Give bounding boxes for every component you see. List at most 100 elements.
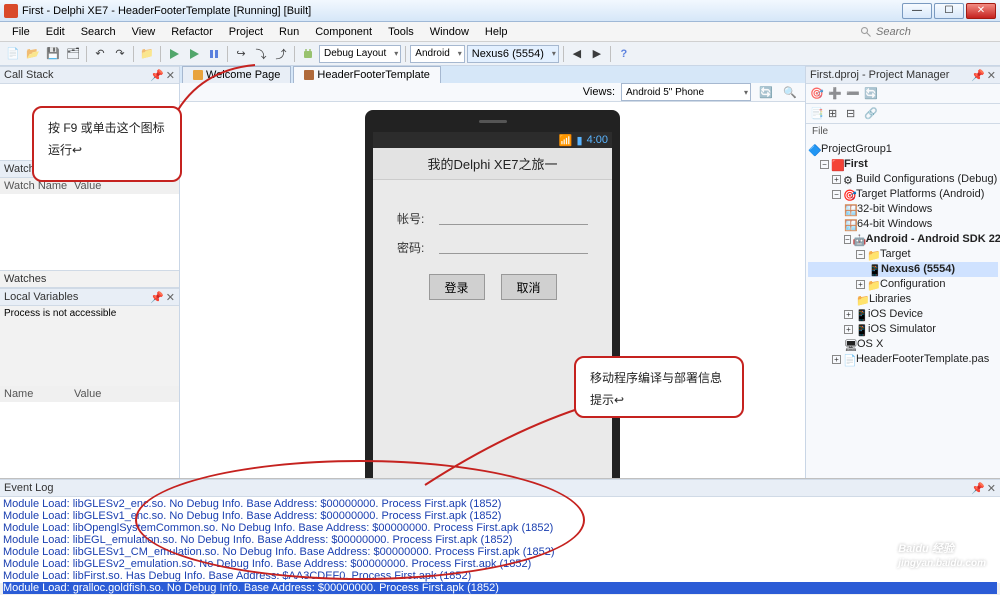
new-icon[interactable]: 📄 bbox=[4, 45, 22, 63]
menu-help[interactable]: Help bbox=[477, 24, 516, 40]
close-icon[interactable]: ✕ bbox=[987, 482, 996, 495]
label-password: 密码: bbox=[397, 239, 437, 256]
menu-refactor[interactable]: Refactor bbox=[163, 24, 221, 40]
menu-view[interactable]: View bbox=[124, 24, 164, 40]
main-toolbar: 📄 📂 💾 🗂 ↶ ↷ 📁 ↪ ⤵ ⤴ Debug Layout Android… bbox=[0, 42, 1000, 66]
event-log-title: Event Log bbox=[4, 482, 54, 494]
pm-toolbar2: 📑 ⊞ ⊟ 🔗 bbox=[806, 104, 1000, 124]
phone-preview: 📶 ▮ 4:00 我的Delphi XE7之旅一 帐号: 密码: 登录 取消 bbox=[365, 110, 620, 510]
refresh-icon[interactable]: 🔄 bbox=[864, 87, 878, 101]
device-combo[interactable]: Nexus6 (5554) bbox=[467, 45, 559, 63]
event-log-panel: Event Log 📌✕ Module Load: libGLESv2_enc.s… bbox=[0, 478, 1000, 583]
tab-headerfooter[interactable]: HeaderFooterTemplate bbox=[293, 66, 441, 83]
step-out-icon[interactable]: ⤴ bbox=[272, 45, 290, 63]
menu-project[interactable]: Project bbox=[221, 24, 271, 40]
phone-statusbar: 📶 ▮ 4:00 bbox=[373, 132, 612, 148]
step-into-icon[interactable]: ⤵ bbox=[252, 45, 270, 63]
close-icon[interactable]: ✕ bbox=[166, 69, 175, 82]
watermark: Baidu 经验 jingyan.baidu.com bbox=[898, 532, 986, 569]
save-icon[interactable]: 💾 bbox=[44, 45, 62, 63]
log-line[interactable]: Module Load: libGLESv2_enc.so. No Debug … bbox=[3, 498, 997, 510]
help-icon[interactable]: ? bbox=[615, 45, 633, 63]
expand-icon[interactable]: ⊞ bbox=[828, 107, 842, 121]
event-log-list[interactable]: Module Load: libGLESv2_enc.so. No Debug … bbox=[0, 497, 1000, 595]
callstack-header: Call Stack📌✕ bbox=[0, 66, 179, 84]
window-title: First - Delphi XE7 - HeaderFooterTemplat… bbox=[22, 5, 902, 17]
new-proj-icon[interactable]: ➕ bbox=[828, 87, 842, 101]
sort-icon[interactable]: 📑 bbox=[810, 107, 824, 121]
menu-search[interactable]: Search bbox=[73, 24, 124, 40]
target-combo[interactable]: Android bbox=[410, 45, 464, 63]
search-input[interactable] bbox=[876, 26, 996, 38]
search-icon bbox=[860, 26, 872, 38]
log-line-selected[interactable]: Module Load: gralloc.goldfish.so. No Deb… bbox=[3, 582, 997, 594]
app-title-bar: 我的Delphi XE7之旅一 bbox=[373, 148, 612, 180]
callout-deploy: 移动程序编译与部署信息提示↩ bbox=[574, 356, 744, 418]
editor-tabs: Welcome Page HeaderFooterTemplate bbox=[180, 66, 805, 83]
run-no-debug-icon[interactable] bbox=[185, 45, 203, 63]
pause-icon[interactable] bbox=[205, 45, 223, 63]
login-button[interactable]: 登录 bbox=[429, 274, 485, 300]
views-label: Views: bbox=[583, 86, 615, 98]
zoom-icon[interactable]: 🔍 bbox=[781, 83, 799, 101]
step-over-icon[interactable]: ↪ bbox=[232, 45, 250, 63]
project-manager-header: First.dproj - Project Manager📌✕ bbox=[806, 66, 1000, 84]
pm-toolbar: 🎯 ➕ ➖ 🔄 bbox=[806, 84, 1000, 104]
log-line[interactable]: Module Load: libGLESv1_enc.so. No Debug … bbox=[3, 510, 997, 522]
pin-icon[interactable]: 📌 bbox=[971, 69, 985, 82]
save-all-icon[interactable]: 🗂 bbox=[64, 45, 82, 63]
undo-icon[interactable]: ↶ bbox=[91, 45, 109, 63]
close-icon[interactable]: ✕ bbox=[166, 291, 175, 304]
android-icon bbox=[299, 45, 317, 63]
log-line[interactable]: Module Load: libEGL_emulation.so. No Deb… bbox=[3, 534, 997, 546]
menu-edit[interactable]: Edit bbox=[38, 24, 73, 40]
app-icon bbox=[4, 4, 18, 18]
layout-combo[interactable]: Debug Layout bbox=[319, 45, 401, 63]
close-button[interactable]: ✕ bbox=[966, 3, 996, 19]
watches-tab[interactable]: Watches bbox=[0, 270, 179, 288]
log-line[interactable]: Module Load: libGLESv2_emulation.so. No … bbox=[3, 558, 997, 570]
menu-run[interactable]: Run bbox=[271, 24, 307, 40]
maximize-button[interactable]: ☐ bbox=[934, 3, 964, 19]
file-label: File bbox=[806, 124, 1000, 139]
folder-icon[interactable]: 📁 bbox=[138, 45, 156, 63]
log-line[interactable]: Module Load: libGLESv1_CM_emulation.so. … bbox=[3, 546, 997, 558]
cancel-button[interactable]: 取消 bbox=[501, 274, 557, 300]
fwd-icon[interactable]: ▶ bbox=[588, 45, 606, 63]
sync-icon[interactable]: 🔗 bbox=[864, 107, 878, 121]
run-icon[interactable] bbox=[165, 45, 183, 63]
title-bar: First - Delphi XE7 - HeaderFooterTemplat… bbox=[0, 0, 1000, 22]
pin-icon[interactable]: 📌 bbox=[971, 482, 985, 495]
rotate-icon[interactable]: 🔄 bbox=[757, 83, 775, 101]
menu-window[interactable]: Window bbox=[422, 24, 477, 40]
callout-run: 按 F9 或单击这个图标运行↩ bbox=[32, 106, 182, 182]
pin-icon[interactable]: 📌 bbox=[150, 69, 164, 82]
collapse-icon[interactable]: ⊟ bbox=[846, 107, 860, 121]
redo-icon[interactable]: ↷ bbox=[111, 45, 129, 63]
pin-icon[interactable]: 📌 bbox=[150, 291, 164, 304]
open-icon[interactable]: 📂 bbox=[24, 45, 42, 63]
account-input[interactable] bbox=[439, 224, 588, 225]
back-icon[interactable]: ◀ bbox=[568, 45, 586, 63]
locals-columns: NameValue bbox=[0, 386, 179, 402]
minimize-button[interactable]: — bbox=[902, 3, 932, 19]
locals-header: Local Variables📌✕ bbox=[0, 288, 179, 306]
password-input[interactable] bbox=[439, 253, 588, 254]
locals-msg: Process is not accessible bbox=[0, 306, 179, 386]
log-line[interactable]: Module Load: libFirst.so. Has Debug Info… bbox=[3, 570, 997, 582]
menu-file[interactable]: File bbox=[4, 24, 38, 40]
clock: 4:00 bbox=[587, 134, 608, 146]
home-icon bbox=[193, 70, 203, 80]
project-tree[interactable]: 🔷ProjectGroup1 −🟥First +⚙Build Configura… bbox=[806, 139, 1000, 370]
form-icon bbox=[304, 70, 314, 80]
menu-component[interactable]: Component bbox=[307, 24, 380, 40]
tab-welcome[interactable]: Welcome Page bbox=[182, 66, 291, 83]
close-icon[interactable]: ✕ bbox=[987, 69, 996, 82]
activate-icon[interactable]: 🎯 bbox=[810, 87, 824, 101]
views-combo[interactable]: Android 5" Phone bbox=[621, 83, 751, 101]
signal-icon: 📶 bbox=[559, 134, 573, 147]
remove-icon[interactable]: ➖ bbox=[846, 87, 860, 101]
menu-tools[interactable]: Tools bbox=[380, 24, 422, 40]
log-line[interactable]: Module Load: libOpenglSystemCommon.so. N… bbox=[3, 522, 997, 534]
label-account: 帐号: bbox=[397, 210, 437, 227]
